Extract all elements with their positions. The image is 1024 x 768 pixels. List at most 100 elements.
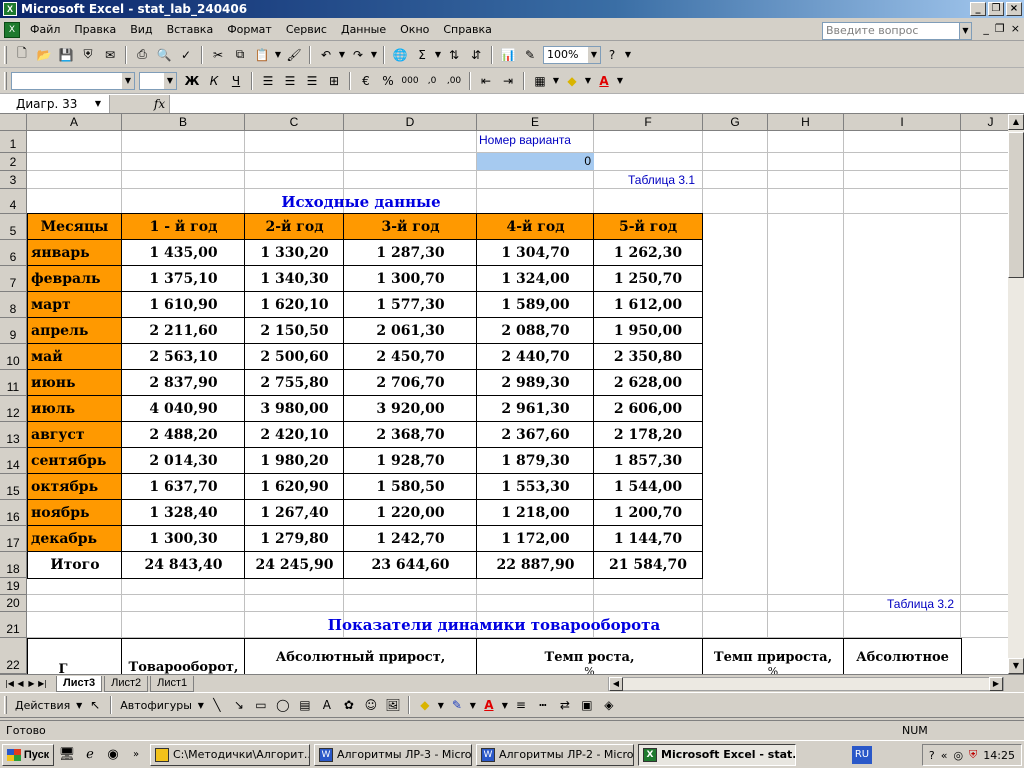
value-cell[interactable]: 1 218,00 bbox=[477, 500, 594, 526]
month-cell[interactable]: декабрь bbox=[28, 526, 122, 552]
month-cell[interactable]: апрель bbox=[28, 318, 122, 344]
line-icon[interactable]: ╲ bbox=[206, 694, 228, 716]
rectangle-icon[interactable]: ▭ bbox=[250, 694, 272, 716]
month-cell[interactable]: май bbox=[28, 344, 122, 370]
chart-wizard-icon[interactable]: 📊 bbox=[497, 44, 519, 66]
table2-header[interactable]: Абсолютное bbox=[844, 648, 961, 666]
row-header[interactable]: 17 bbox=[0, 526, 27, 552]
print-preview-icon[interactable]: 🔍 bbox=[153, 44, 175, 66]
menu-view[interactable]: Вид bbox=[123, 23, 159, 36]
value-cell[interactable]: 1 857,30 bbox=[594, 448, 702, 474]
value-cell[interactable]: 1 328,40 bbox=[122, 500, 245, 526]
chevron-down-icon[interactable]: ▼ bbox=[273, 44, 283, 66]
value-cell[interactable]: 2 350,80 bbox=[594, 344, 702, 370]
shadow-icon[interactable]: ▣ bbox=[576, 694, 598, 716]
table2-header[interactable]: Темп роста, bbox=[477, 648, 702, 666]
underline-icon[interactable]: Ч bbox=[225, 70, 247, 92]
value-cell[interactable]: 2 837,90 bbox=[122, 370, 245, 396]
help-icon[interactable]: ? bbox=[601, 44, 623, 66]
textbox-icon[interactable]: ▤ bbox=[294, 694, 316, 716]
sheet-tab-list1[interactable]: Лист1 bbox=[150, 675, 195, 692]
toolbar-grip[interactable] bbox=[4, 696, 7, 714]
value-cell[interactable]: 2 440,70 bbox=[477, 344, 594, 370]
quicklaunch-more-icon[interactable]: » bbox=[126, 745, 146, 765]
close-button[interactable]: × bbox=[1006, 2, 1022, 16]
undo-icon[interactable]: ↶ bbox=[315, 44, 337, 66]
toolbar-grip[interactable] bbox=[4, 45, 7, 64]
next-sheet-icon[interactable]: ▶ bbox=[26, 679, 37, 688]
chevron-down-icon[interactable]: ▼ bbox=[468, 694, 478, 716]
row-header[interactable]: 21 bbox=[0, 612, 27, 638]
redo-icon[interactable]: ↷ bbox=[347, 44, 369, 66]
table2-header[interactable]: Темп прироста, bbox=[703, 648, 843, 666]
table1-header[interactable]: 2-й год bbox=[245, 214, 344, 240]
scroll-up-icon[interactable]: ▲ bbox=[1008, 114, 1024, 130]
menu-window[interactable]: Окно bbox=[393, 23, 436, 36]
wordart-icon[interactable]: A bbox=[316, 694, 338, 716]
value-cell[interactable]: 2 755,80 bbox=[245, 370, 344, 396]
value-cell[interactable]: 1 330,20 bbox=[245, 240, 344, 266]
internet-explorer-icon[interactable]: ℯ bbox=[80, 745, 100, 765]
arrow-style-icon[interactable]: ⇄ bbox=[554, 694, 576, 716]
select-all-corner[interactable] bbox=[0, 114, 27, 131]
permission-icon[interactable]: ⛨ bbox=[77, 44, 99, 66]
col-header-g[interactable]: G bbox=[703, 114, 768, 131]
arrow-icon[interactable]: ↘ bbox=[228, 694, 250, 716]
value-cell[interactable]: 2 368,70 bbox=[344, 422, 477, 448]
value-cell[interactable]: 2 706,70 bbox=[344, 370, 477, 396]
value-cell[interactable]: 3 980,00 bbox=[245, 396, 344, 422]
value-cell[interactable]: 1 375,10 bbox=[122, 266, 245, 292]
value-cell[interactable]: 2 500,60 bbox=[245, 344, 344, 370]
row-header[interactable]: 8 bbox=[0, 292, 27, 318]
format-painter-icon[interactable]: 🖌 bbox=[283, 44, 305, 66]
chevron-down-icon[interactable]: ▼ bbox=[959, 23, 971, 39]
row-header[interactable]: 13 bbox=[0, 422, 27, 448]
align-center-icon[interactable]: ☰ bbox=[279, 70, 301, 92]
tray-expand-icon[interactable]: « bbox=[941, 749, 948, 762]
currency-icon[interactable]: € bbox=[355, 70, 377, 92]
chevron-down-icon[interactable]: ▼ bbox=[196, 694, 206, 716]
menu-tools[interactable]: Сервис bbox=[279, 23, 334, 36]
value-cell[interactable]: 2 628,00 bbox=[594, 370, 702, 396]
row-header[interactable]: 19 bbox=[0, 578, 27, 595]
chevron-down-icon[interactable]: ▼ bbox=[583, 70, 593, 92]
month-cell[interactable]: март bbox=[28, 292, 122, 318]
chevron-down-icon[interactable]: ▼ bbox=[588, 46, 600, 63]
worksheet-grid[interactable]: A B C D E F G H I J 1 2 3 4 5 6 7 8 9 10… bbox=[0, 114, 1008, 674]
table1-header[interactable]: 3-й год bbox=[344, 214, 477, 240]
autosum-icon[interactable]: Σ bbox=[411, 44, 433, 66]
row-header[interactable]: 3 bbox=[0, 171, 27, 189]
minimize-button[interactable]: _ bbox=[970, 2, 986, 16]
open-icon[interactable]: 📂 bbox=[33, 44, 55, 66]
value-cell[interactable]: 1 144,70 bbox=[594, 526, 702, 552]
table2-header[interactable]: Товарооборот, bbox=[122, 658, 245, 675]
value-cell[interactable]: 1 544,00 bbox=[594, 474, 702, 500]
chevron-down-icon[interactable]: ▼ bbox=[337, 44, 347, 66]
increase-decimal-icon[interactable]: ,0 bbox=[421, 70, 443, 92]
drawing-icon[interactable]: ✎ bbox=[519, 44, 541, 66]
sort-asc-icon[interactable]: ⇅ bbox=[443, 44, 465, 66]
sort-desc-icon[interactable]: ⇵ bbox=[465, 44, 487, 66]
maximize-button[interactable]: ❐ bbox=[988, 2, 1004, 16]
row-header[interactable]: 1 bbox=[0, 131, 27, 153]
total-value-cell[interactable]: 23 644,60 bbox=[344, 552, 477, 578]
select-objects-icon[interactable]: ↖ bbox=[84, 694, 106, 716]
month-cell[interactable]: август bbox=[28, 422, 122, 448]
fill-color-icon[interactable]: ◆ bbox=[561, 70, 583, 92]
value-cell[interactable]: 2 450,70 bbox=[344, 344, 477, 370]
vertical-scrollbar[interactable]: ▲ ▼ bbox=[1008, 114, 1024, 674]
font-size-select[interactable]: ▼ bbox=[139, 71, 177, 90]
row-header[interactable]: 6 bbox=[0, 240, 27, 266]
sheet-tab-list2[interactable]: Лист2 bbox=[104, 675, 149, 692]
decrease-decimal-icon[interactable]: ,00 bbox=[443, 70, 465, 92]
menu-edit[interactable]: Правка bbox=[67, 23, 123, 36]
value-cell[interactable]: 1 435,00 bbox=[122, 240, 245, 266]
value-cell[interactable]: 1 220,00 bbox=[344, 500, 477, 526]
media-player-icon[interactable]: ◉ bbox=[103, 745, 123, 765]
value-cell[interactable]: 1 304,70 bbox=[477, 240, 594, 266]
show-desktop-icon[interactable]: 🖥 bbox=[57, 745, 77, 765]
actions-menu[interactable]: Действия bbox=[11, 699, 74, 712]
row-header[interactable]: 5 bbox=[0, 214, 27, 240]
print-icon[interactable]: ⎙ bbox=[131, 44, 153, 66]
last-sheet-icon[interactable]: ▶| bbox=[37, 679, 48, 688]
